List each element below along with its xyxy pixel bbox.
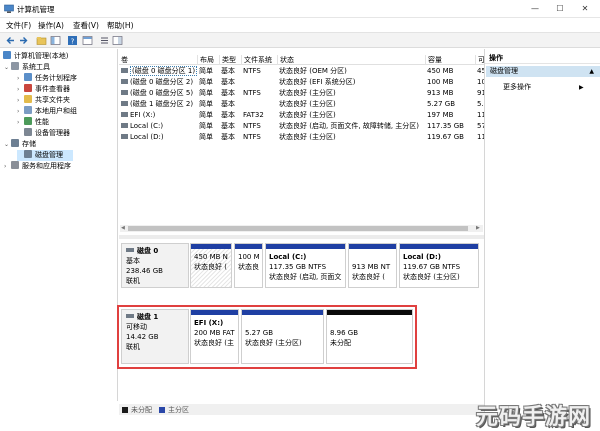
partition-disk0-1[interactable]: 450 MB N 状态良好 (: [190, 243, 232, 288]
title-bar: 计算机管理 — ☐ ✕: [0, 0, 600, 18]
tree-item-device-manager[interactable]: 设备管理器: [17, 128, 70, 139]
back-arrow-icon[interactable]: [5, 35, 16, 46]
horizontal-scrollbar[interactable]: ◀ ▶: [120, 225, 483, 232]
help-icon[interactable]: ?: [67, 35, 78, 46]
legend: 未分配 主分区: [119, 404, 484, 415]
actions-pane: 操作 磁盘管理 ▲ 更多操作 ▶: [484, 49, 600, 415]
chevron-right-icon[interactable]: ›: [17, 106, 24, 117]
performance-icon: [24, 117, 32, 125]
volume-list: 卷 布局 类型 文件系统 状态 容量 可 (磁盘 0 磁盘分区 1) 简单 基本…: [119, 49, 485, 229]
tree-item-performance[interactable]: › 性能: [17, 117, 49, 128]
table-row[interactable]: Local (D:) 简单 基本 NTFS 状态良好 (主分区) 119.67 …: [119, 132, 484, 143]
chevron-right-icon[interactable]: ›: [4, 161, 11, 172]
menu-bar: 文件(F) 操作(A) 查看(V) 帮助(H): [0, 18, 600, 32]
table-row[interactable]: EFI (X:) 简单 基本 FAT32 状态良好 (主分区) 197 MB 1…: [119, 110, 484, 121]
tree-item-computer-management[interactable]: 计算机管理(本地): [3, 51, 68, 62]
properties-icon[interactable]: [82, 35, 93, 46]
tree-item-services-apps[interactable]: › 服务和应用程序: [4, 161, 71, 172]
calendar-icon: [24, 73, 32, 81]
tree-item-task-scheduler[interactable]: › 任务计划程序: [17, 73, 77, 84]
tree-item-event-viewer[interactable]: › 事件查看器: [17, 84, 70, 95]
volume-icon: [121, 79, 128, 84]
chevron-down-icon[interactable]: ⌄: [4, 62, 11, 73]
column-type[interactable]: 类型: [219, 55, 236, 65]
column-filesystem[interactable]: 文件系统: [241, 55, 272, 65]
scroll-left-icon[interactable]: ◀: [121, 225, 125, 231]
device-icon: [24, 128, 32, 136]
chevron-down-icon[interactable]: ⌄: [4, 139, 11, 150]
users-icon: [24, 106, 32, 114]
volume-icon: [121, 123, 128, 128]
volume-icon: [121, 101, 128, 106]
table-row[interactable]: (磁盘 0 磁盘分区 2) 简单 基本 状态良好 (EFI 系统分区) 100 …: [119, 77, 484, 88]
chevron-right-icon[interactable]: ›: [17, 117, 24, 128]
scrollbar-thumb[interactable]: [128, 226, 468, 231]
chevron-right-icon[interactable]: ›: [17, 84, 24, 95]
computer-management-icon: [4, 4, 14, 13]
disk-0-label[interactable]: 磁盘 0 基本 238.46 GB 联机: [121, 243, 189, 288]
highlight-frame: [117, 305, 417, 369]
event-icon: [24, 84, 32, 92]
action-disk-management[interactable]: 磁盘管理 ▲: [486, 66, 600, 77]
table-row[interactable]: (磁盘 1 磁盘分区 2) 简单 基本 状态良好 (主分区) 5.27 GB 5…: [119, 99, 484, 110]
table-row[interactable]: (磁盘 0 磁盘分区 5) 简单 基本 NTFS 状态良好 (主分区) 913 …: [119, 88, 484, 99]
folder-icon: [24, 95, 32, 103]
chevron-right-icon[interactable]: ›: [17, 73, 24, 84]
window-title: 计算机管理: [17, 5, 55, 14]
scroll-right-icon[interactable]: ▶: [476, 225, 480, 231]
toolbar: ?: [0, 32, 600, 48]
console-tree-icon[interactable]: [50, 35, 61, 46]
close-button[interactable]: ✕: [574, 2, 596, 16]
unallocated-swatch: [122, 407, 128, 413]
column-volume[interactable]: 卷: [119, 55, 128, 65]
menu-help[interactable]: 帮助(H): [107, 20, 134, 31]
volume-icon: [121, 68, 128, 73]
volume-icon: [121, 112, 128, 117]
console-tree: 计算机管理(本地) ⌄ 系统工具 › 任务计划程序 › 事件查看器 › 共享文件夹 › 本…: [0, 49, 118, 401]
table-row[interactable]: (磁盘 0 磁盘分区 1) 简单 基本 NTFS 状态良好 (OEM 分区) 4…: [119, 66, 484, 77]
disk-tool-icon[interactable]: [99, 35, 110, 46]
tree-item-local-users[interactable]: › 本地用户和组: [17, 106, 77, 117]
storage-icon: [11, 139, 19, 147]
column-capacity[interactable]: 容量: [425, 55, 442, 65]
partition-local-d[interactable]: Local (D:) 119.67 GB NTFS 状态良好 (主分区): [399, 243, 479, 288]
collapse-arrow-icon[interactable]: ▲: [589, 66, 594, 77]
panel-icon[interactable]: [112, 35, 123, 46]
forward-arrow-icon[interactable]: [18, 35, 29, 46]
action-more-actions[interactable]: 更多操作 ▶: [503, 82, 584, 93]
menu-file[interactable]: 文件(F): [6, 20, 31, 31]
services-icon: [11, 161, 19, 169]
tools-icon: [11, 62, 19, 70]
chevron-right-icon[interactable]: ›: [17, 95, 24, 106]
folder-up-icon[interactable]: [36, 35, 47, 46]
primary-partition-swatch: [159, 407, 165, 413]
tree-item-disk-management[interactable]: 磁盘管理: [17, 150, 73, 161]
volume-icon: [121, 134, 128, 139]
svg-text:?: ?: [71, 38, 75, 46]
tree-item-shared-folders[interactable]: › 共享文件夹: [17, 95, 70, 106]
partition-disk0-5[interactable]: 913 MB NT 状态良好 (: [348, 243, 397, 288]
disk-icon: [24, 150, 32, 158]
maximize-button[interactable]: ☐: [549, 2, 571, 16]
menu-view[interactable]: 查看(V): [73, 20, 99, 31]
disk-icon: [126, 248, 134, 252]
actions-header: 操作: [485, 52, 600, 64]
watermark: 元码手游网: [476, 405, 592, 430]
tree-item-storage[interactable]: ⌄ 存储: [4, 139, 36, 150]
column-status[interactable]: 状态: [277, 55, 294, 65]
volume-icon: [121, 90, 128, 95]
computer-icon: [3, 51, 11, 59]
tree-item-system-tools[interactable]: ⌄ 系统工具: [4, 62, 50, 73]
partition-local-c[interactable]: Local (C:) 117.35 GB NTFS 状态良好 (启动, 页面文: [265, 243, 346, 288]
submenu-arrow-icon: ▶: [579, 84, 584, 91]
column-layout[interactable]: 布局: [197, 55, 214, 65]
volume-list-header: 卷 布局 类型 文件系统 状态 容量 可: [119, 53, 485, 65]
minimize-button[interactable]: —: [524, 2, 546, 16]
table-row[interactable]: Local (C:) 简单 基本 NTFS 状态良好 (启动, 页面文件, 故障…: [119, 121, 484, 132]
menu-action[interactable]: 操作(A): [38, 20, 64, 31]
partition-disk0-2[interactable]: 100 M 状态良: [234, 243, 263, 288]
